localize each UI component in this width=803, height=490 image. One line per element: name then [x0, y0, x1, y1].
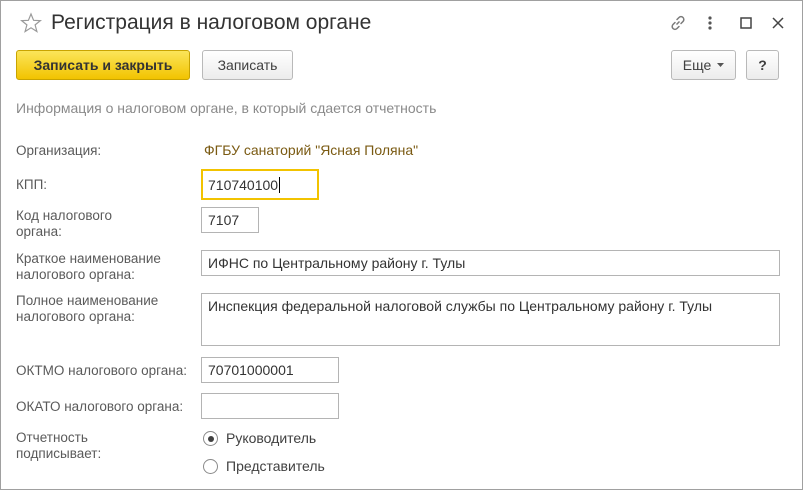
signer-label: Отчетность подписывает:: [16, 430, 101, 462]
radio-director-label[interactable]: Руководитель: [226, 430, 316, 446]
short-name-input[interactable]: ИФНС по Центральному району г. Тулы: [201, 250, 780, 276]
save-and-close-button[interactable]: Записать и закрыть: [16, 50, 190, 80]
oktmo-input[interactable]: 70701000001: [201, 357, 339, 383]
organization-link[interactable]: ФГБУ санаторий "Ясная Поляна": [204, 142, 418, 158]
full-name-textarea[interactable]: Инспекция федеральной налоговой службы п…: [201, 293, 780, 346]
kpp-input[interactable]: 710740100: [201, 169, 319, 200]
oktmo-label: ОКТМО налогового органа:: [16, 363, 188, 378]
chevron-down-icon: [717, 63, 725, 67]
tax-code-input[interactable]: 7107: [201, 207, 259, 233]
full-name-label-line1: Полное наименование: [16, 293, 159, 308]
tax-code-label-line2: органа:: [16, 224, 62, 239]
registration-window: Регистрация в налоговом органе Записать …: [0, 0, 803, 490]
info-text: Информация о налоговом органе, в который…: [16, 100, 437, 116]
save-button[interactable]: Записать: [202, 50, 293, 80]
radio-director[interactable]: [203, 431, 218, 446]
okato-label: ОКАТО налогового органа:: [16, 399, 184, 414]
link-icon[interactable]: [668, 13, 688, 33]
kpp-value: 710740100: [208, 176, 279, 193]
radio-representative-label[interactable]: Представитель: [226, 458, 325, 474]
star-icon[interactable]: [19, 12, 43, 34]
signer-label-line1: Отчетность: [16, 430, 88, 445]
more-vertical-icon[interactable]: [700, 13, 720, 33]
short-name-label-line2: налогового органа:: [16, 267, 135, 282]
tax-code-label-line1: Код налогового: [16, 208, 113, 223]
more-menu-label: Еще: [682, 57, 712, 73]
okato-input[interactable]: [201, 393, 339, 419]
help-button[interactable]: ?: [746, 50, 779, 80]
tax-code-label: Код налогового органа:: [16, 208, 112, 240]
close-icon[interactable]: [768, 13, 788, 33]
kpp-label: КПП:: [16, 177, 48, 192]
maximize-icon[interactable]: [736, 13, 756, 33]
short-name-label: Краткое наименование налогового органа:: [16, 251, 161, 283]
text-cursor: [279, 176, 281, 193]
more-menu-button[interactable]: Еще: [671, 50, 736, 80]
full-name-label-line2: налогового органа:: [16, 309, 135, 324]
signer-label-line2: подписывает:: [16, 446, 102, 461]
full-name-label: Полное наименование налогового органа:: [16, 293, 158, 325]
window-title: Регистрация в налоговом органе: [51, 11, 372, 34]
radio-representative[interactable]: [203, 459, 218, 474]
short-name-label-line1: Краткое наименование: [16, 251, 161, 266]
organization-label: Организация:: [16, 143, 102, 158]
